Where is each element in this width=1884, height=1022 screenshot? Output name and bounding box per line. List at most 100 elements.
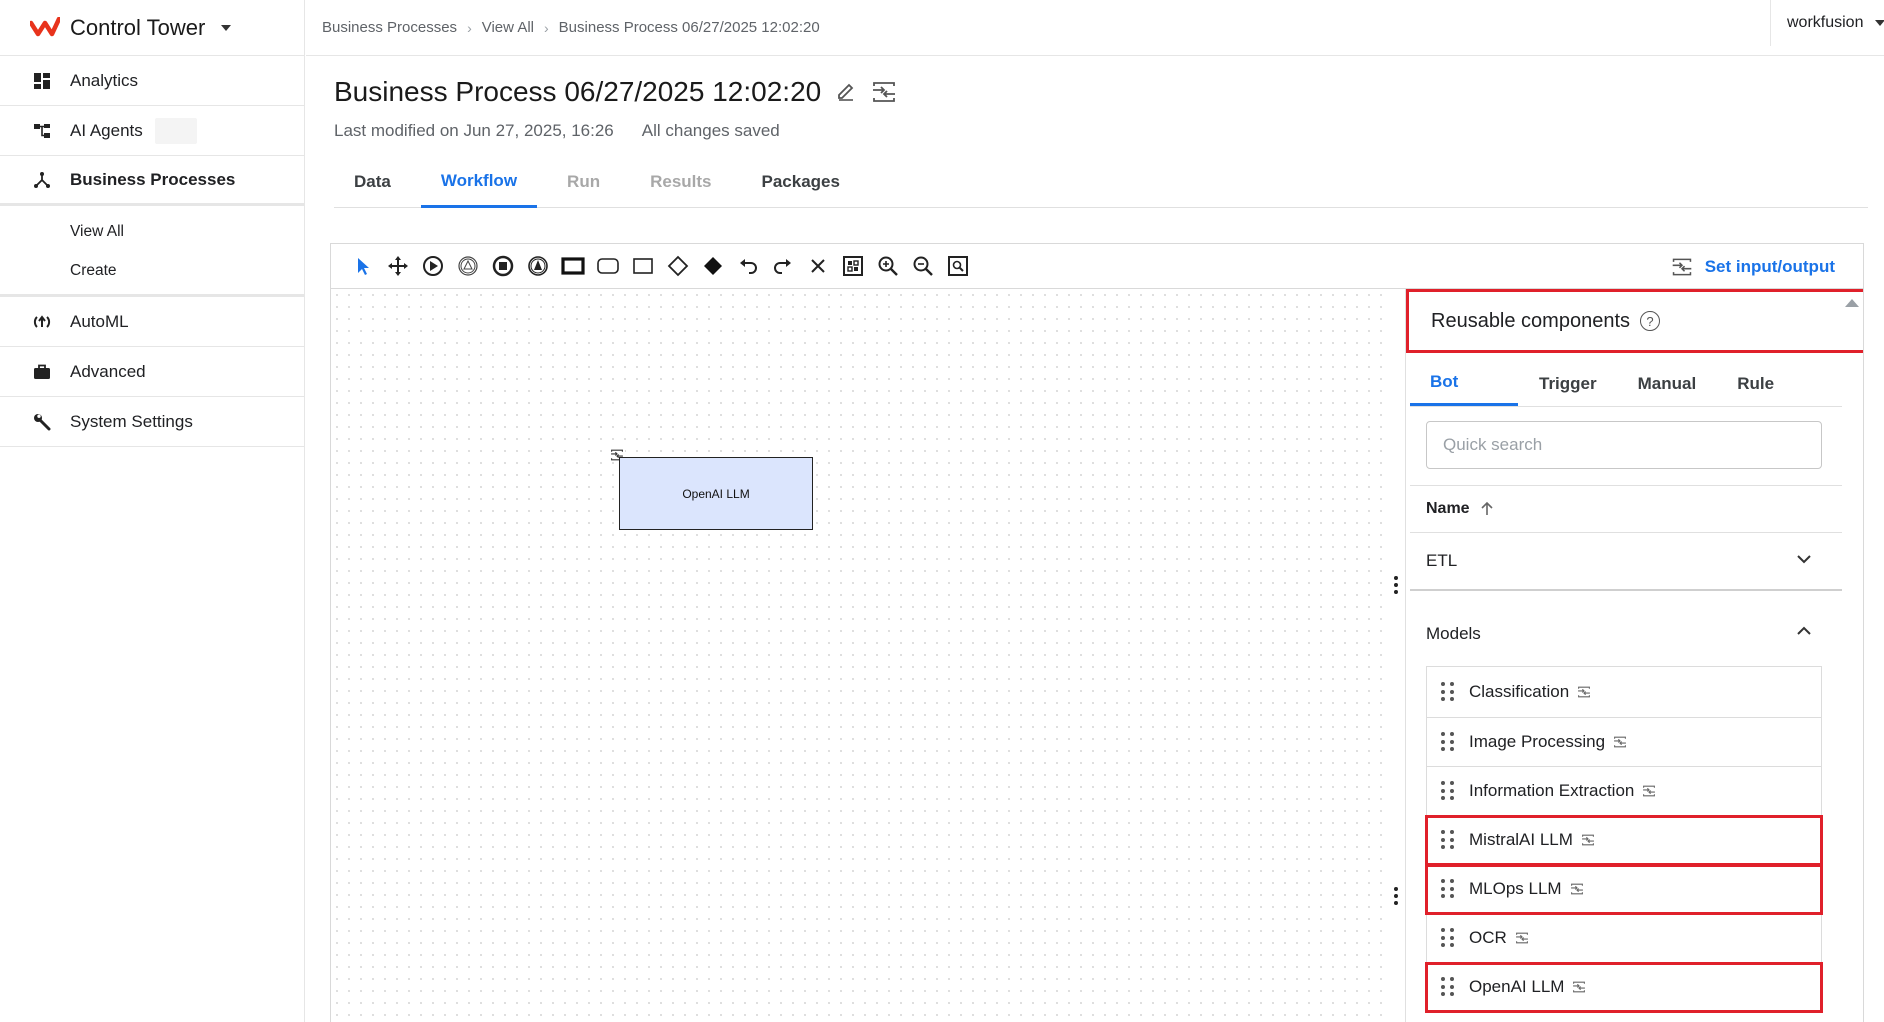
chevron-down-icon: [1797, 555, 1811, 564]
panel-splitter[interactable]: [1388, 289, 1406, 1022]
app-name: Control Tower: [70, 14, 206, 40]
drag-grip-icon: [1441, 928, 1455, 948]
reusable-components-panel: Reusable components ? Bot Trigger Manual…: [1406, 289, 1863, 1022]
end-event-icon[interactable]: [485, 250, 520, 282]
component-information-extraction[interactable]: Information Extraction: [1426, 767, 1822, 816]
tab-rule[interactable]: Rule: [1717, 361, 1794, 406]
node-label: OpenAI LLM: [682, 486, 750, 501]
breadcrumb-view-all[interactable]: View All: [482, 19, 534, 36]
select-pointer-icon[interactable]: [345, 250, 380, 282]
sidebar-subitem-create[interactable]: Create: [0, 251, 304, 290]
briefcase-icon: [32, 362, 52, 382]
component-label: OpenAI LLM: [1469, 977, 1565, 996]
drag-grip-icon: [1441, 781, 1455, 801]
set-input-output-button[interactable]: Set input/output: [1671, 244, 1835, 289]
tab-manual[interactable]: Manual: [1618, 361, 1717, 406]
tab-packages[interactable]: Packages: [742, 156, 860, 208]
tab-data[interactable]: Data: [334, 156, 411, 208]
redo-icon[interactable]: [765, 250, 800, 282]
tab-trigger[interactable]: Trigger: [1519, 361, 1617, 406]
set-input-output-label: Set input/output: [1704, 256, 1835, 276]
task-thick-icon[interactable]: [555, 250, 590, 282]
user-menu[interactable]: workfusion: [1770, 0, 1884, 46]
component-classification[interactable]: Classification: [1426, 666, 1822, 718]
tab-run[interactable]: Run: [547, 156, 620, 208]
component-label: MistralAI LLM: [1469, 830, 1573, 849]
app-switcher[interactable]: Control Tower: [0, 0, 304, 56]
sidebar-item-business-processes[interactable]: Business Processes: [0, 156, 304, 206]
breadcrumb-business-processes[interactable]: Business Processes: [322, 19, 457, 36]
component-label: MLOps LLM: [1469, 879, 1562, 898]
signal-event-icon[interactable]: [450, 250, 485, 282]
drag-handle-icon: [1394, 887, 1398, 908]
wrench-icon: [32, 412, 52, 432]
scroll-up-arrow-icon[interactable]: [1845, 299, 1859, 307]
sort-by-name-header[interactable]: Name: [1410, 485, 1842, 533]
sidebar-item-label: AI Agents: [70, 120, 143, 140]
component-mlops-llm[interactable]: MLOps LLM: [1425, 864, 1823, 915]
arrow-up-icon: [1481, 501, 1493, 515]
page-tabs: Data Workflow Run Results Packages: [334, 156, 1868, 208]
component-label: Classification: [1469, 682, 1570, 701]
component-mistralai-llm[interactable]: MistralAI LLM: [1425, 815, 1823, 866]
zoom-out-icon[interactable]: [905, 250, 940, 282]
start-event-icon[interactable]: [415, 250, 450, 282]
component-openai-llm[interactable]: OpenAI LLM: [1425, 962, 1823, 1013]
dashboard-icon: [32, 71, 52, 91]
subprocess-icon[interactable]: [590, 250, 625, 282]
drag-grip-icon: [1441, 879, 1455, 899]
escalation-event-icon[interactable]: [520, 250, 555, 282]
workflow-canvas[interactable]: OpenAI LLM: [331, 289, 1388, 1022]
sidebar-subitem-view-all[interactable]: View All: [0, 212, 304, 251]
quick-search-input[interactable]: [1426, 421, 1822, 469]
group-models[interactable]: Models: [1410, 605, 1842, 663]
workflow-node-openai-llm[interactable]: OpenAI LLM: [619, 457, 813, 530]
zoom-reset-icon[interactable]: [940, 250, 975, 282]
input-output-icon: [1642, 785, 1656, 797]
sidebar: Control Tower Analytics AI Agents Busine…: [0, 0, 305, 1022]
workfusion-logo-icon: [30, 16, 60, 36]
sidebar-item-system-settings[interactable]: System Settings: [0, 397, 304, 447]
task-icon[interactable]: [625, 250, 660, 282]
help-icon[interactable]: ?: [1640, 311, 1661, 331]
tab-workflow[interactable]: Workflow: [420, 156, 538, 208]
group-etl[interactable]: ETL: [1410, 533, 1842, 591]
models-list: Classification Image Processing Informat…: [1425, 666, 1823, 1013]
page-title: Business Process 06/27/2025 12:02:20: [334, 76, 822, 107]
undo-icon[interactable]: [730, 250, 765, 282]
sidebar-item-automl[interactable]: AutoML: [0, 297, 304, 347]
hierarchy-icon: [32, 121, 52, 141]
page-meta: Last modified on Jun 27, 2025, 16:26 All…: [334, 121, 780, 141]
group-label: ETL: [1426, 551, 1458, 570]
sidebar-item-ai-agents[interactable]: AI Agents: [0, 106, 304, 156]
gateway-filled-icon[interactable]: [695, 250, 730, 282]
sidebar-item-analytics[interactable]: Analytics: [0, 56, 304, 106]
tab-results[interactable]: Results: [630, 156, 731, 208]
drag-grip-icon: [1441, 732, 1455, 752]
caret-down-icon: [1875, 20, 1884, 26]
last-modified: Last modified on Jun 27, 2025, 16:26: [334, 121, 614, 140]
drag-handle-icon: [1394, 576, 1398, 597]
delete-icon[interactable]: [800, 250, 835, 282]
input-output-icon: [1613, 736, 1627, 748]
automl-icon: [32, 312, 52, 332]
component-ocr[interactable]: OCR: [1426, 914, 1822, 963]
tab-bot[interactable]: Bot: [1410, 361, 1518, 406]
drag-grip-icon: [1441, 830, 1455, 850]
sort-label: Name: [1426, 500, 1470, 517]
panel-header: Reusable components ?: [1406, 289, 1863, 353]
component-image-processing[interactable]: Image Processing: [1426, 718, 1822, 767]
sidebar-item-label: Business Processes: [70, 169, 236, 189]
input-output-icon[interactable]: [871, 81, 897, 103]
zoom-in-icon[interactable]: [870, 250, 905, 282]
sidebar-item-label: Analytics: [70, 70, 139, 90]
component-label: OCR: [1469, 928, 1507, 947]
edit-pencil-icon[interactable]: [835, 81, 857, 103]
sidebar-item-advanced[interactable]: Advanced: [0, 347, 304, 397]
fit-icon[interactable]: [835, 250, 870, 282]
input-output-icon: [1515, 932, 1529, 944]
component-label: Image Processing: [1469, 732, 1606, 751]
move-icon[interactable]: [380, 250, 415, 282]
top-bar: Business Processes › View All › Business…: [306, 0, 1884, 56]
gateway-icon[interactable]: [660, 250, 695, 282]
